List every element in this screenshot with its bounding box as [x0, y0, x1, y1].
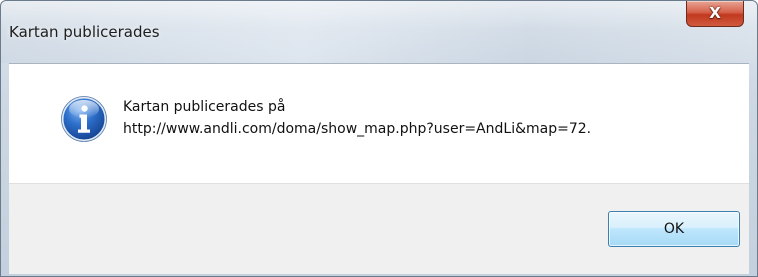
message-text: Kartan publicerades på http://www.andli.… [123, 96, 591, 140]
message-line-2: http://www.andli.com/doma/show_map.php?u… [123, 121, 592, 137]
dialog-window: Kartan publicerades X Kartan publicerade… [0, 0, 758, 277]
window-title: Kartan publicerades [9, 23, 160, 41]
info-icon [61, 96, 107, 142]
title-bar[interactable]: Kartan publicerades X [1, 1, 757, 63]
message-area: Kartan publicerades på http://www.andli.… [9, 63, 749, 183]
button-bar: OK [9, 183, 749, 274]
close-icon: X [709, 4, 721, 22]
ok-button[interactable]: OK [608, 211, 740, 247]
close-button[interactable]: X [686, 1, 744, 27]
message-line-1: Kartan publicerades på [123, 99, 286, 115]
